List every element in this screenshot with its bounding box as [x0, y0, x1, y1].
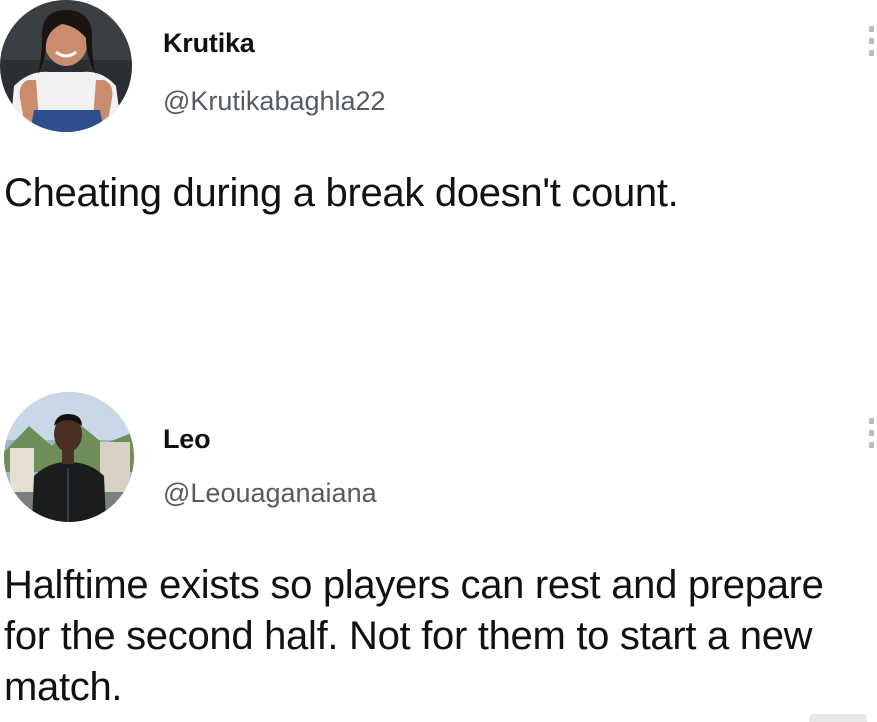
user-handle[interactable]: @Krutikabaghla22: [163, 86, 386, 117]
profile-photo-icon: [0, 0, 132, 132]
user-handle[interactable]: @Leouaganaiana: [163, 478, 377, 509]
more-vertical-icon[interactable]: [869, 26, 875, 56]
profile-photo-icon: [4, 392, 134, 522]
tweet-card: Leo @Leouaganaiana Halftime exists so pl…: [0, 392, 877, 722]
tweet-text: Cheating during a break doesn't count.: [4, 171, 679, 215]
avatar[interactable]: [0, 0, 132, 132]
tweet-card: Krutika @Krutikabaghla22 Cheating during…: [0, 0, 877, 370]
avatar[interactable]: [4, 392, 134, 522]
tweet-text: Halftime exists so players can rest and …: [4, 563, 824, 709]
display-name[interactable]: Leo: [163, 424, 211, 455]
display-name[interactable]: Krutika: [163, 28, 255, 59]
more-vertical-icon[interactable]: [869, 418, 875, 448]
watermark-edge: [809, 714, 867, 722]
